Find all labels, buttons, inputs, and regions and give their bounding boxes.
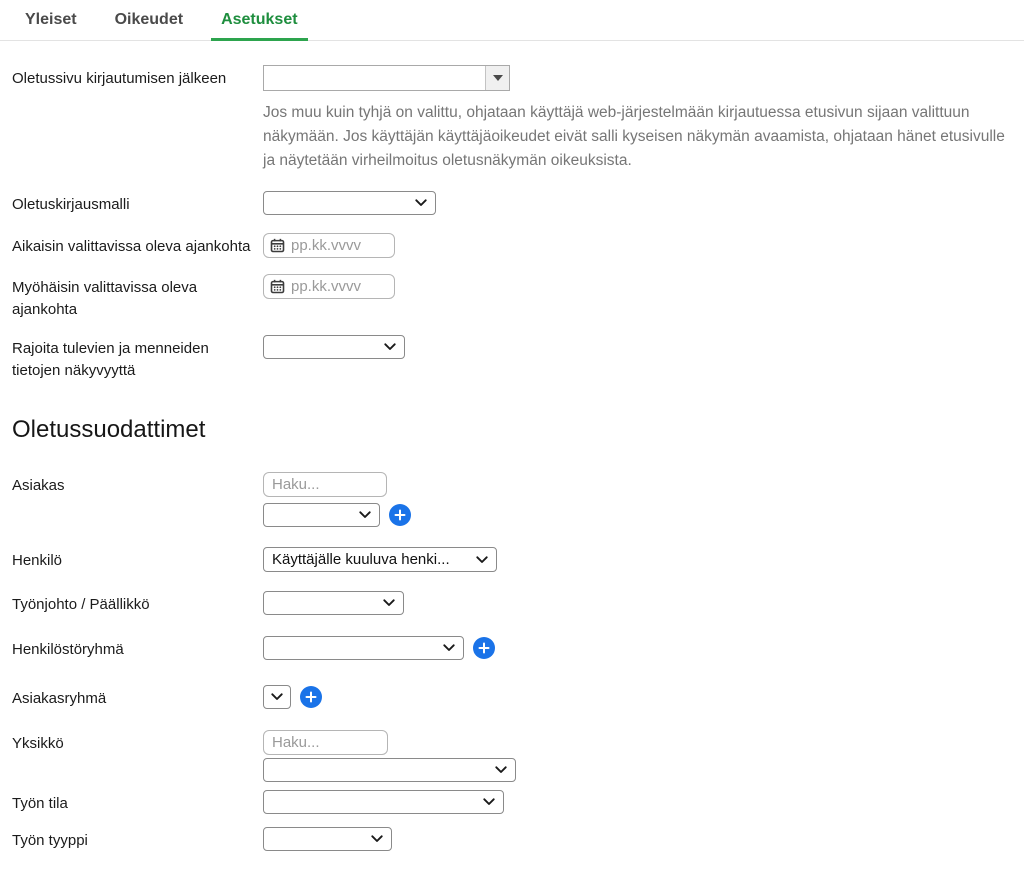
tab-bar: Yleiset Oikeudet Asetukset <box>0 0 1024 41</box>
chevron-down-icon <box>470 556 488 564</box>
tab-yleiset[interactable]: Yleiset <box>15 0 87 41</box>
field-default-page: Oletussivu kirjautumisen jälkeen Jos muu… <box>12 65 1012 173</box>
plus-icon <box>394 509 406 521</box>
chevron-down-icon <box>365 835 383 843</box>
earliest-date-input[interactable] <box>285 237 388 254</box>
field-customer: Asiakas <box>12 472 1012 527</box>
work-status-select[interactable] <box>263 790 504 814</box>
field-work-type: Työn tyyppi <box>12 827 1012 852</box>
field-unit: Yksikkö <box>12 730 1012 782</box>
restrict-visibility-label: Rajoita tulevien ja menneiden tietojen n… <box>12 335 263 382</box>
person-label: Henkilö <box>12 547 263 572</box>
personnel-group-select[interactable] <box>263 636 464 660</box>
calendar-icon <box>270 279 285 294</box>
customer-label: Asiakas <box>12 472 263 497</box>
work-type-label: Työn tyyppi <box>12 827 263 852</box>
tab-oikeudet[interactable]: Oikeudet <box>105 0 193 41</box>
unit-search-input[interactable] <box>263 730 388 755</box>
chevron-down-icon <box>409 199 427 207</box>
latest-date-label: Myöhäisin valittavissa oleva ajankohta <box>12 274 263 321</box>
plus-icon <box>305 691 317 703</box>
personnel-group-label: Henkilöstöryhmä <box>12 636 263 661</box>
field-customer-group: Asiakasryhmä <box>12 685 1012 710</box>
select-value: Käyttäjälle kuuluva henki... <box>272 551 450 568</box>
default-entry-template-select[interactable] <box>263 191 436 215</box>
chevron-down-icon <box>378 343 396 351</box>
field-latest-date: Myöhäisin valittavissa oleva ajankohta <box>12 274 1012 321</box>
customer-add-button[interactable] <box>389 504 411 526</box>
field-restrict-visibility: Rajoita tulevien ja menneiden tietojen n… <box>12 335 1012 382</box>
latest-date-input[interactable] <box>285 278 388 295</box>
default-page-label: Oletussivu kirjautumisen jälkeen <box>12 65 263 90</box>
work-type-select[interactable] <box>263 827 392 851</box>
field-default-entry-template: Oletuskirjausmalli <box>12 191 1012 216</box>
chevron-down-icon <box>477 798 495 806</box>
customer-search-input[interactable] <box>263 472 387 497</box>
customer-select[interactable] <box>263 503 380 527</box>
field-person: Henkilö Käyttäjälle kuuluva henki... <box>12 547 1012 572</box>
supervisor-select[interactable] <box>263 591 404 615</box>
customer-group-add-button[interactable] <box>300 686 322 708</box>
combobox-dropdown-button[interactable] <box>485 66 509 90</box>
tab-asetukset[interactable]: Asetukset <box>211 0 307 41</box>
field-supervisor: Työnjohto / Päällikkö <box>12 591 1012 616</box>
chevron-down-icon <box>353 511 371 519</box>
settings-form: Oletussivu kirjautumisen jälkeen Jos muu… <box>0 65 1024 858</box>
supervisor-label: Työnjohto / Päällikkö <box>12 591 263 616</box>
work-status-label: Työn tila <box>12 790 263 815</box>
field-earliest-date: Aikaisin valittavissa oleva ajankohta <box>12 233 1012 258</box>
field-work-status: Työn tila <box>12 790 1012 815</box>
customer-group-select[interactable] <box>263 685 291 709</box>
customer-group-label: Asiakasryhmä <box>12 685 263 710</box>
chevron-down-icon <box>271 693 283 701</box>
caret-down-icon <box>493 75 503 81</box>
unit-select[interactable] <box>263 758 516 782</box>
latest-date-field[interactable] <box>263 274 395 299</box>
person-select[interactable]: Käyttäjälle kuuluva henki... <box>263 547 497 572</box>
unit-label: Yksikkö <box>12 730 263 755</box>
default-page-combobox[interactable] <box>263 65 510 91</box>
chevron-down-icon <box>437 644 455 652</box>
plus-icon <box>478 642 490 654</box>
calendar-icon <box>270 238 285 253</box>
default-filters-heading: Oletussuodattimet <box>12 416 1012 444</box>
default-page-help-text: Jos muu kuin tyhjä on valittu, ohjataan … <box>263 101 1012 173</box>
earliest-date-field[interactable] <box>263 233 395 258</box>
earliest-date-label: Aikaisin valittavissa oleva ajankohta <box>12 233 263 258</box>
chevron-down-icon <box>489 766 507 774</box>
restrict-visibility-select[interactable] <box>263 335 405 359</box>
chevron-down-icon <box>377 599 395 607</box>
personnel-group-add-button[interactable] <box>473 637 495 659</box>
field-personnel-group: Henkilöstöryhmä <box>12 636 1012 661</box>
default-entry-template-label: Oletuskirjausmalli <box>12 191 263 216</box>
